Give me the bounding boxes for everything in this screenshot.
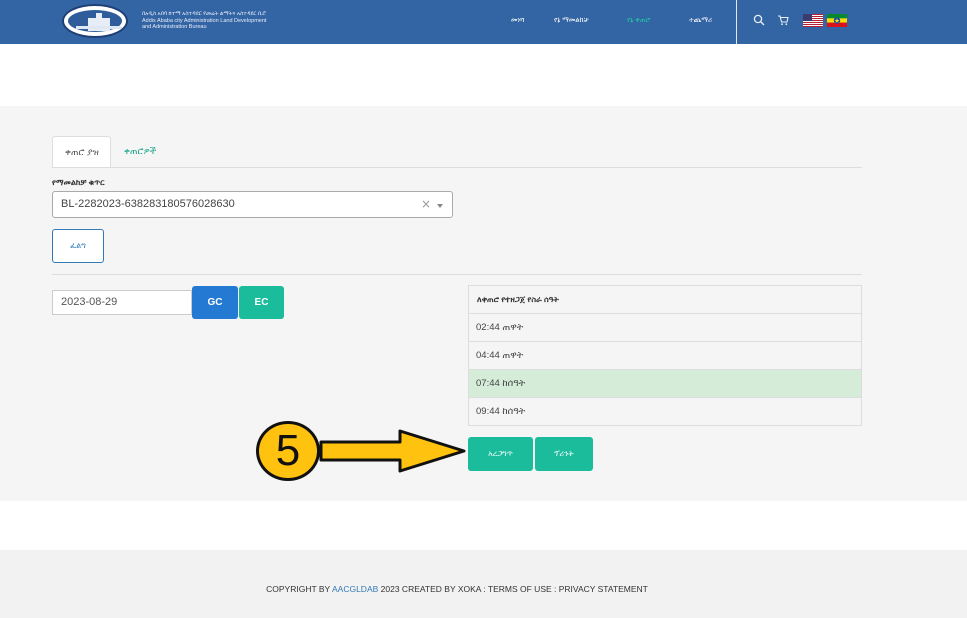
step-number-callout: 5	[256, 421, 320, 481]
chevron-down-icon[interactable]	[437, 204, 443, 208]
time-slot-header: ለቀጠሮ የተዘጋጀ የስራ ሰዓት	[469, 286, 861, 314]
brand-text: በአዲስ አበባ ከተማ አስተዳደር የመሬት ልማትና አስተዳደር ቢሮ …	[142, 11, 322, 31]
application-number-label: የማመልከቻ ቁጥር	[52, 178, 105, 187]
date-input[interactable]: 2023-08-29	[52, 290, 192, 315]
nav-divider	[736, 0, 737, 44]
tab-book-appointment[interactable]: ቀጠሮ ያዝ	[52, 136, 111, 168]
step-number: 5	[275, 426, 301, 475]
building-icon	[88, 13, 110, 31]
logo-band	[76, 26, 122, 29]
top-header: በአዲስ አበባ ከተማ አስተዳደር የመሬት ልማትና አስተዳደር ቢሮ …	[0, 0, 967, 44]
application-number-select[interactable]: BL-2282023-638283180576028630 ×	[52, 191, 453, 218]
tabs-underline	[52, 167, 862, 168]
ethiopia-flag-icon[interactable]	[827, 14, 847, 27]
footer-link[interactable]: AACGLDAB	[332, 584, 378, 594]
nav-my-application[interactable]: የኔ ማመልከቻ	[554, 17, 589, 25]
print-button[interactable]: ፕሪንት	[535, 437, 593, 471]
footer-text: COPYRIGHT BY AACGLDAB 2023 CREATED BY XO…	[0, 584, 914, 594]
bureau-logo[interactable]	[62, 4, 128, 38]
nav-more[interactable]: ተጨማሪ	[689, 17, 712, 25]
time-slot-row[interactable]: 04:44 ጠዋት	[469, 342, 861, 370]
nav-home[interactable]: መነሻ	[511, 17, 524, 25]
application-number-value: BL-2282023-638283180576028630	[61, 198, 235, 210]
clear-icon[interactable]: ×	[421, 197, 431, 211]
footer-prefix: COPYRIGHT BY	[266, 584, 331, 594]
search-button[interactable]: ፈልግ	[52, 229, 104, 263]
logo-emblem	[68, 10, 122, 32]
section-divider	[52, 274, 862, 275]
brand-line-amharic: በአዲስ አበባ ከተማ አስተዳደር የመሬት ልማትና አስተዳደር ቢሮ	[142, 11, 266, 17]
gc-calendar-button[interactable]: GC	[192, 286, 238, 319]
time-slot-row-selected[interactable]: 07:44 ከሰዓት	[469, 370, 861, 398]
tab-appointments[interactable]: ቀጠሮዎች	[124, 146, 156, 157]
us-flag-icon[interactable]	[803, 14, 823, 27]
time-slot-row[interactable]: 02:44 ጠዋት	[469, 314, 861, 342]
nav-my-appointment[interactable]: የኔ ቀጠሮ	[627, 17, 650, 25]
time-slot-table: ለቀጠሮ የተዘጋጀ የስራ ሰዓት 02:44 ጠዋት 04:44 ጠዋት 0…	[468, 285, 862, 426]
pointer-arrow-icon	[319, 429, 466, 473]
brand-line-english-2: and Administration Bureau	[142, 24, 207, 31]
ec-calendar-button[interactable]: EC	[239, 286, 284, 319]
search-icon[interactable]	[753, 14, 765, 26]
cart-icon[interactable]	[777, 14, 789, 26]
footer-suffix: 2023 CREATED BY XOKA : TERMS OF USE : PR…	[380, 584, 648, 594]
brand-line-english-1: Addis Ababa city Administration Land Dev…	[142, 17, 267, 24]
confirm-button[interactable]: አረጋግጥ	[468, 437, 533, 471]
time-slot-row[interactable]: 09:44 ከሰዓት	[469, 398, 861, 426]
